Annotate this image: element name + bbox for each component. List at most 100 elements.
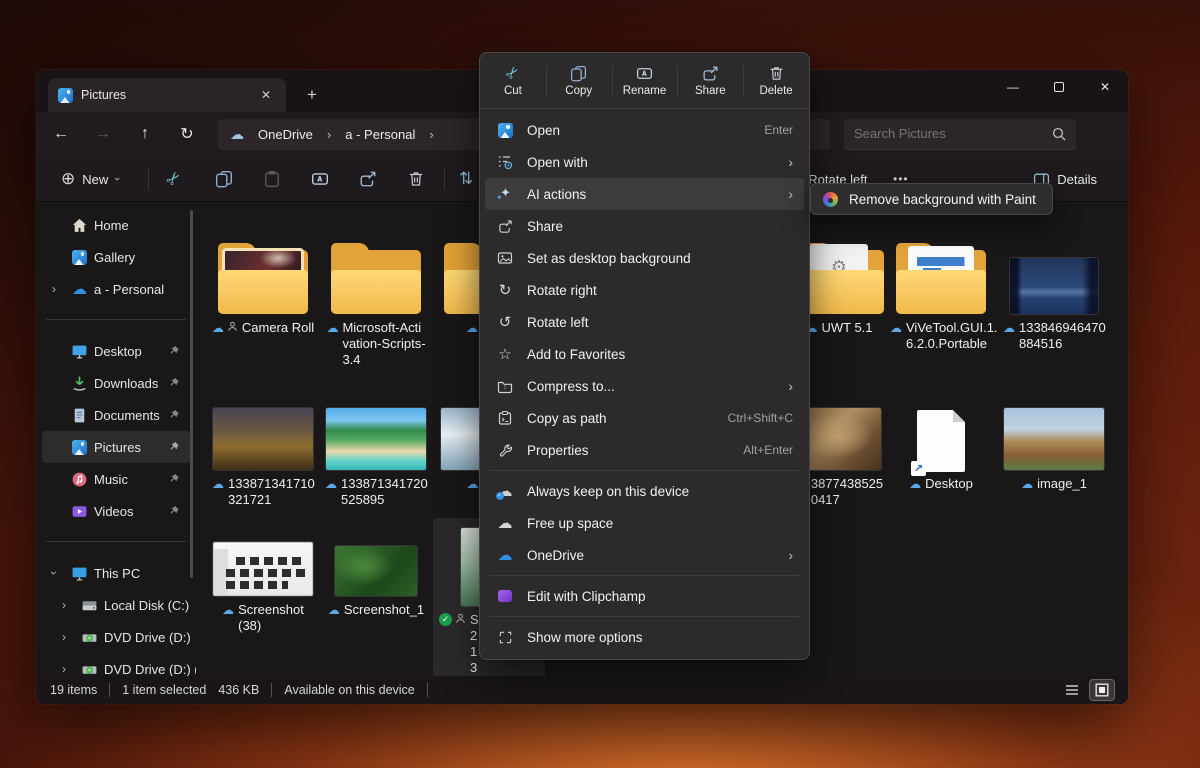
menu-item-share[interactable]: Share bbox=[485, 210, 804, 242]
sidebar-item-dvd-drive-d[interactable]: › DVD Drive (D:) bbox=[42, 621, 190, 653]
sidebar-item-dvd-drive-d-2[interactable]: › DVD Drive (D:) ( bbox=[42, 653, 190, 676]
folder-icon bbox=[218, 242, 308, 314]
menu-item-open-with[interactable]: Open with › bbox=[485, 146, 804, 178]
menu-item-show-more-options[interactable]: Show more options bbox=[485, 621, 804, 653]
synced-check-badge: ✓ bbox=[439, 613, 452, 626]
large-icons-view-button[interactable] bbox=[1090, 680, 1114, 700]
chevron-right-icon[interactable]: › bbox=[58, 662, 70, 676]
sidebar-item-desktop[interactable]: Desktop bbox=[42, 335, 190, 367]
file-tile-image-1[interactable]: ☁ image_1 bbox=[998, 394, 1110, 498]
refresh-button[interactable]: ↻ bbox=[170, 119, 204, 149]
ai-sparkle-icon: ✦✦ bbox=[496, 185, 514, 203]
close-button[interactable]: ✕ bbox=[1082, 70, 1128, 104]
sidebar-item-label: DVD Drive (D:) ( bbox=[104, 662, 196, 677]
chevron-right-icon: › bbox=[788, 154, 793, 170]
search-input[interactable] bbox=[854, 126, 1052, 141]
folder-icon bbox=[896, 242, 986, 314]
breadcrumb-a-personal[interactable]: a - Personal bbox=[339, 125, 421, 144]
chevron-right-icon[interactable]: › bbox=[58, 598, 70, 612]
file-tile-desktop-shortcut[interactable]: ↗ ☁ Desktop bbox=[885, 372, 997, 498]
view-toggle-group bbox=[1060, 680, 1114, 700]
copy-button[interactable] bbox=[206, 162, 242, 196]
rename-action[interactable]: Rename bbox=[612, 58, 678, 104]
file-tile-camera-roll[interactable]: ☁ Camera Roll bbox=[207, 216, 319, 342]
menu-item-open[interactable]: Open Enter bbox=[485, 114, 804, 146]
rename-button[interactable] bbox=[302, 162, 338, 196]
menu-item-properties[interactable]: Properties Alt+Enter bbox=[485, 434, 804, 466]
selection-count: 1 item selected bbox=[122, 683, 206, 697]
menu-item-ai-actions[interactable]: ✦✦ AI actions › bbox=[485, 178, 804, 210]
menu-separator bbox=[480, 571, 809, 580]
cloud-check-icon: ☁✓ bbox=[496, 482, 514, 500]
menu-item-always-keep-on-device[interactable]: ☁✓ Always keep on this device bbox=[485, 475, 804, 507]
up-button[interactable]: ↑ bbox=[128, 119, 162, 149]
share-button[interactable] bbox=[350, 162, 386, 196]
share-icon bbox=[496, 217, 514, 235]
back-button[interactable]: ← bbox=[44, 119, 78, 149]
chevron-right-icon[interactable]: › bbox=[48, 282, 60, 296]
file-tile-133871341720525895[interactable]: ☁ 133871341720525895 bbox=[320, 394, 432, 514]
submenu-item-remove-background[interactable]: Remove background with Paint bbox=[849, 192, 1036, 207]
cut-button[interactable]: ✂ bbox=[158, 162, 190, 196]
chevron-expanded-icon[interactable]: › bbox=[47, 567, 61, 579]
menu-item-copy-as-path[interactable]: Copy as path Ctrl+Shift+C bbox=[485, 402, 804, 434]
pin-icon bbox=[168, 505, 180, 517]
file-tile-133871341710321721[interactable]: ☁ 133871341710321721 bbox=[207, 394, 319, 514]
delete-button[interactable] bbox=[398, 162, 434, 196]
sidebar-item-local-disk-c[interactable]: › Local Disk (C:) bbox=[42, 589, 190, 621]
share-icon bbox=[702, 64, 719, 82]
details-label: Details bbox=[1057, 172, 1097, 187]
sidebar-item-downloads[interactable]: Downloads bbox=[42, 367, 190, 399]
this-pc-icon bbox=[70, 564, 89, 583]
sidebar-item-videos[interactable]: Videos bbox=[42, 495, 190, 527]
share-action[interactable]: Share bbox=[677, 58, 743, 104]
copy-action[interactable]: Copy bbox=[546, 58, 612, 104]
new-tab-button[interactable]: + bbox=[300, 85, 324, 105]
breadcrumb-onedrive[interactable]: OneDrive bbox=[252, 125, 319, 144]
file-tile-screenshot-1[interactable]: ☁ Screenshot_1 bbox=[320, 532, 432, 624]
sidebar-item-home[interactable]: Home bbox=[42, 209, 190, 241]
image-thumbnail bbox=[1010, 258, 1098, 314]
cloud-icon: ☁ bbox=[496, 514, 514, 532]
cut-icon: ✂ bbox=[162, 167, 186, 191]
menu-item-free-up-space[interactable]: ☁ Free up space bbox=[485, 507, 804, 539]
status-bar: 19 items 1 item selected 436 KB Availabl… bbox=[36, 676, 1128, 704]
sidebar-item-gallery[interactable]: Gallery bbox=[42, 241, 190, 273]
sidebar-item-label: Local Disk (C:) bbox=[104, 598, 189, 613]
sidebar-item-documents[interactable]: Documents bbox=[42, 399, 190, 431]
file-tile-133846946470884516[interactable]: ☁ 133846946470884516 bbox=[998, 216, 1110, 358]
tab-close-icon[interactable]: ✕ bbox=[256, 85, 276, 105]
details-view-button[interactable] bbox=[1060, 680, 1084, 700]
menu-item-add-to-favorites[interactable]: ☆ Add to Favorites bbox=[485, 338, 804, 370]
new-button[interactable]: ⊕ New › bbox=[52, 162, 128, 196]
delete-action[interactable]: Delete bbox=[743, 58, 809, 104]
sidebar-item-label: Pictures bbox=[94, 440, 141, 455]
search-box[interactable] bbox=[844, 119, 1076, 150]
show-more-icon bbox=[496, 628, 514, 646]
menu-item-rotate-left[interactable]: ↺ Rotate left bbox=[485, 306, 804, 338]
menu-item-edit-with-clipchamp[interactable]: Edit with Clipchamp bbox=[485, 580, 804, 612]
sidebar-item-music[interactable]: Music bbox=[42, 463, 190, 495]
minimize-button[interactable]: — bbox=[990, 70, 1036, 104]
menu-item-compress-to[interactable]: Compress to... › bbox=[485, 370, 804, 402]
sidebar-scrollbar[interactable] bbox=[190, 210, 193, 578]
menu-item-onedrive[interactable]: ☁ OneDrive › bbox=[485, 539, 804, 571]
clipchamp-icon bbox=[496, 587, 514, 605]
menu-item-rotate-right[interactable]: ↻ Rotate right bbox=[485, 274, 804, 306]
paste-button[interactable] bbox=[254, 162, 290, 196]
chevron-right-icon[interactable]: › bbox=[58, 630, 70, 644]
sidebar-item-onedrive-personal[interactable]: › ☁ a - Personal bbox=[42, 273, 190, 305]
cut-action[interactable]: ✂ Cut bbox=[480, 58, 546, 104]
sidebar-item-label: Desktop bbox=[94, 344, 142, 359]
tab-pictures[interactable]: Pictures ✕ bbox=[48, 78, 286, 112]
menu-item-set-desktop-background[interactable]: Set as desktop background bbox=[485, 242, 804, 274]
sidebar-item-this-pc[interactable]: › This PC bbox=[42, 557, 190, 589]
sidebar-item-pictures[interactable]: Pictures bbox=[42, 431, 190, 463]
pin-icon bbox=[168, 377, 180, 389]
file-tile-vivetool[interactable]: ☁ ViVeTool.GUI.1.6.2.0.Portable bbox=[885, 216, 997, 358]
maximize-button[interactable] bbox=[1036, 70, 1082, 104]
pin-icon bbox=[168, 409, 180, 421]
file-tile-mas[interactable]: ☁ Microsoft-Activation-Scripts-3.4 bbox=[320, 216, 432, 374]
forward-button[interactable]: → bbox=[86, 119, 120, 149]
file-tile-screenshot-38[interactable]: ☁ Screenshot(38) bbox=[207, 532, 319, 640]
